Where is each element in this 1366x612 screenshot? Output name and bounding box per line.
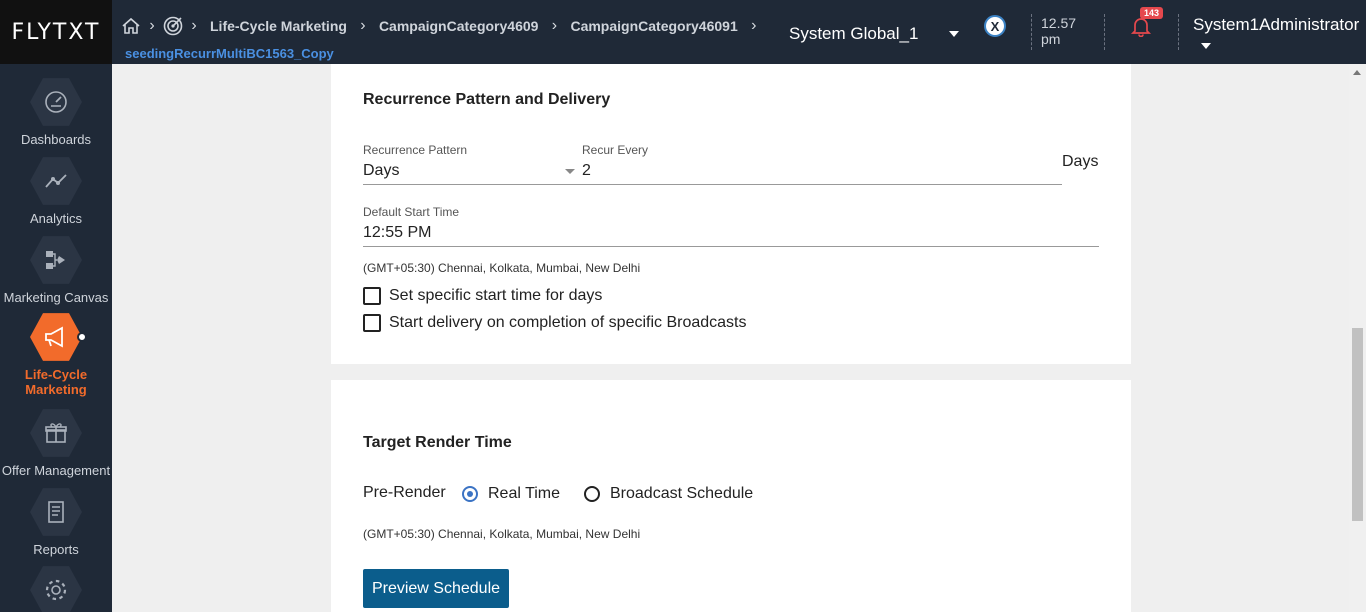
sidebar-item-label: Offer Management	[1, 463, 111, 478]
scrollbar-thumb[interactable]	[1352, 328, 1363, 521]
sidebar-item-label: Analytics	[29, 211, 83, 226]
real-time-radio[interactable]	[462, 486, 478, 502]
sidebar-item-reports[interactable]: Reports	[0, 486, 112, 557]
sidebar-item-label: Life-Cycle Marketing	[24, 367, 88, 397]
top-bar: FLYTXT › › Life-Cycle Marketing › Campai…	[0, 0, 1366, 64]
radio-label: Real Time	[488, 485, 561, 502]
clock: 12.57 pm	[1041, 15, 1076, 47]
analytics-icon	[30, 157, 82, 205]
timezone-text: (GMT+05:30) Chennai, Kolkata, Mumbai, Ne…	[363, 261, 641, 275]
divider	[1178, 14, 1179, 50]
chevron-right-icon: ›	[551, 17, 558, 34]
divider	[1104, 14, 1105, 50]
gauge-icon	[30, 78, 82, 126]
radio-label: Broadcast Schedule	[610, 485, 754, 502]
delivery-completion-checkbox[interactable]	[363, 314, 381, 332]
sidebar-item-offer-management[interactable]: Offer Management	[0, 407, 112, 478]
sidebar-item-dashboards[interactable]: Dashboards	[0, 76, 112, 147]
broadcast-schedule-radio[interactable]	[584, 486, 600, 502]
chevron-right-icon: ›	[360, 17, 366, 34]
breadcrumb-item[interactable]: CampaignCategory4609	[379, 18, 539, 34]
breadcrumb: › › Life-Cycle Marketing › CampaignCateg…	[120, 14, 764, 38]
pre-render-label: Pre-Render	[363, 484, 446, 501]
chevron-down-icon[interactable]	[1201, 43, 1211, 49]
chevron-right-icon: ›	[751, 17, 757, 34]
divider	[1031, 14, 1032, 50]
system-selector[interactable]: System Global_1	[789, 24, 918, 44]
breadcrumb-current[interactable]: seedingRecurrMultiBC1563_Copy	[125, 46, 334, 61]
default-start-time-input[interactable]: 12:55 PM	[363, 224, 431, 242]
report-icon	[30, 488, 82, 536]
breadcrumb-item[interactable]: CampaignCategory46091	[570, 18, 737, 34]
clock-period: pm	[1041, 31, 1061, 47]
recur-unit-label: Days	[1062, 153, 1099, 170]
target-render-section-title: Target Render Time	[363, 434, 512, 451]
target-icon[interactable]	[162, 15, 184, 37]
chevron-right-icon: ›	[191, 17, 197, 34]
checkbox-label: Set specific start time for days	[389, 287, 603, 304]
timezone-text: (GMT+05:30) Chennai, Kolkata, Mumbai, Ne…	[363, 527, 641, 541]
sidebar-item-marketing-canvas[interactable]: Marketing Canvas	[0, 234, 112, 305]
chevron-down-icon[interactable]	[949, 31, 959, 37]
checkbox-label: Start delivery on completion of specific…	[389, 314, 747, 331]
specific-start-time-checkbox[interactable]	[363, 287, 381, 305]
home-icon[interactable]	[120, 15, 142, 37]
sidebar-item-settings[interactable]	[0, 564, 112, 612]
gift-icon	[30, 409, 82, 457]
canvas-icon	[30, 236, 82, 284]
field-underline	[363, 246, 1099, 247]
field-underline	[363, 184, 1062, 185]
megaphone-icon	[30, 313, 82, 361]
clock-time: 12.57	[1041, 15, 1077, 31]
default-start-time-label: Default Start Time	[363, 205, 460, 219]
flytxt-logo[interactable]: FLYTXT	[0, 0, 112, 64]
recurrence-pattern-label: Recurrence Pattern	[363, 143, 468, 157]
x-badge-icon[interactable]: X	[984, 15, 1006, 37]
sidebar: Dashboards Analytics Marketing Canvas Li…	[0, 64, 112, 612]
recurrence-section-title: Recurrence Pattern and Delivery	[363, 91, 611, 108]
notification-count-badge: 143	[1140, 7, 1164, 19]
scroll-up-arrow-icon[interactable]	[1353, 70, 1361, 75]
sidebar-item-label: Dashboards	[20, 132, 92, 147]
sidebar-item-life-cycle-marketing[interactable]: Life-Cycle Marketing	[0, 311, 112, 397]
gear-icon	[30, 566, 82, 612]
sidebar-item-label: Marketing Canvas	[3, 290, 109, 305]
sidebar-item-label: Reports	[33, 542, 79, 557]
user-menu[interactable]: System1Administrator	[1193, 15, 1359, 35]
recurrence-pattern-select[interactable]: Days	[363, 162, 399, 180]
active-indicator	[77, 332, 87, 342]
preview-schedule-button[interactable]: Preview Schedule	[363, 569, 509, 608]
bell-icon[interactable]	[1130, 15, 1152, 42]
chevron-right-icon: ›	[149, 17, 155, 34]
sidebar-item-analytics[interactable]: Analytics	[0, 155, 112, 226]
recur-every-label: Recur Every	[582, 143, 649, 157]
breadcrumb-item[interactable]: Life-Cycle Marketing	[210, 18, 347, 34]
recur-every-input[interactable]: 2	[582, 162, 591, 180]
chevron-down-icon[interactable]	[565, 169, 575, 174]
